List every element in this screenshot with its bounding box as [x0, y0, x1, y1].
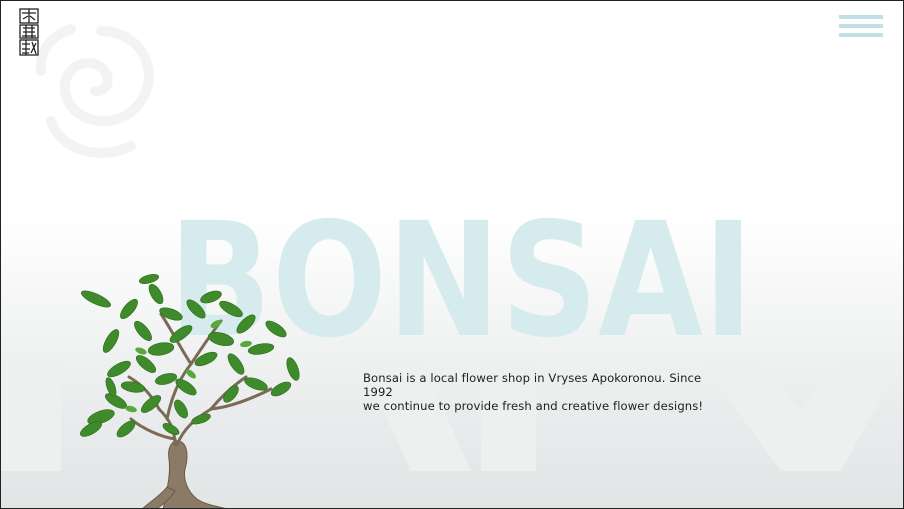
tagline-line-2: we continue to provide fresh and creativ… [363, 399, 704, 413]
landing-page: BONSAI Bonsai is a local flower shop in … [0, 0, 904, 509]
menu-bar [839, 24, 883, 28]
tagline: Bonsai is a local flower shop in Vryses … [363, 371, 723, 413]
decorative-swirl [35, 24, 154, 158]
menu-bar [839, 33, 883, 37]
bonsai-tree-image [80, 274, 300, 508]
logo-icon[interactable] [18, 7, 40, 57]
menu-bar [839, 15, 883, 19]
tagline-line-1: Bonsai is a local flower shop in Vryses … [363, 371, 702, 399]
menu-button[interactable] [837, 15, 885, 41]
